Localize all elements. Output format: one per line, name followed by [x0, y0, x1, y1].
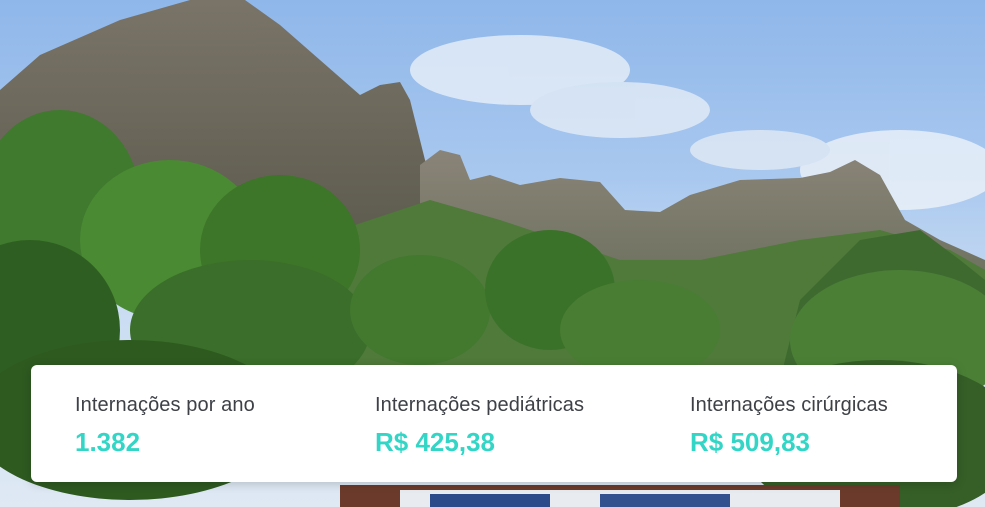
stat-label: Internações por ano [75, 394, 255, 416]
stat-pediatric-admissions: Internações pediátricas R$ 425,38 [375, 393, 584, 457]
stat-surgical-admissions: Internações cirúrgicas R$ 509,83 [690, 393, 888, 457]
building [340, 485, 900, 507]
stat-admissions-per-year: Internações por ano 1.382 [75, 393, 255, 457]
stats-card: Internações por ano 1.382 Internações pe… [31, 365, 957, 482]
hero-section: Internações por ano 1.382 Internações pe… [0, 0, 985, 507]
stat-label: Internações pediátricas [375, 394, 585, 416]
stat-value: R$ 425,38 [375, 427, 495, 457]
stat-label: Internações cirúrgicas [690, 394, 888, 416]
stat-value: 1.382 [75, 427, 141, 457]
stat-value: R$ 509,83 [690, 427, 810, 457]
